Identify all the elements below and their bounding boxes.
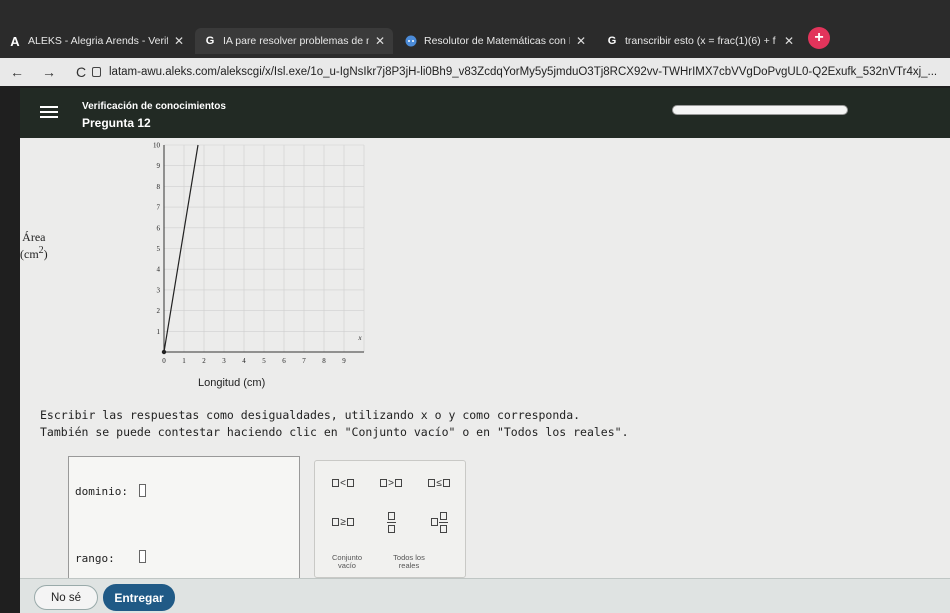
y-axis-title: Área <box>22 230 46 244</box>
solver-icon <box>404 34 418 48</box>
y-tick-label: 2 <box>157 307 161 315</box>
navigation-bar: ← → C latam-awu.aleks.com/alekscgi/x/Isl… <box>0 58 950 86</box>
answer-panel: dominio: rango: <box>68 456 300 581</box>
graph-svg: 0 1 2 3 4 5 6 7 8 9 1 2 3 4 5 6 7 8 9 10 x <box>153 142 365 365</box>
empty-set-button[interactable]: Conjunto vacío <box>323 551 371 573</box>
greater-equal-button[interactable]: ≥ <box>323 511 363 533</box>
x-tick-label: 4 <box>242 357 246 365</box>
x-tick-label: 3 <box>222 357 226 365</box>
y-axis-unit: (cm2) <box>20 245 48 262</box>
aleks-logo-icon: A <box>10 33 20 49</box>
lt-symbol: < <box>340 477 346 489</box>
ge-symbol: ≥ <box>340 516 346 528</box>
fraction-button[interactable] <box>371 509 411 535</box>
x-tick-label: 0 <box>162 357 166 365</box>
tab-ia[interactable]: G IA pare resolver problemas de m ✕ <box>195 28 393 54</box>
tab-title: IA pare resolver problemas de m <box>223 35 369 47</box>
close-icon[interactable]: ✕ <box>576 34 586 48</box>
x-tick-label: 8 <box>322 357 326 365</box>
domain-label: dominio: <box>75 485 128 498</box>
y-tick-label: 5 <box>157 245 161 253</box>
tab-title: ALEKS - Alegria Arends - Verifica <box>28 35 168 47</box>
google-icon: G <box>205 35 215 47</box>
y-tick-label: 3 <box>157 286 161 294</box>
y-tick-label: 1 <box>157 328 161 336</box>
browser-tabstrip: A ALEKS - Alegria Arends - Verifica ✕ G … <box>0 0 950 58</box>
lock-icon <box>92 67 101 77</box>
less-equal-button[interactable]: ≤ <box>419 475 459 491</box>
instruction-line-2: También se puede contestar haciendo clic… <box>40 425 629 439</box>
x-tick-label: 2 <box>202 357 206 365</box>
instructions: Escribir las respuestas como desigualdad… <box>40 407 629 441</box>
reload-icon[interactable]: C <box>70 64 92 80</box>
forward-icon[interactable]: → <box>38 64 60 80</box>
tab-title: Resolutor de Matemáticas con IA <box>424 35 570 47</box>
less-than-button[interactable]: < <box>323 475 363 491</box>
question-area: 0 1 2 3 4 5 6 7 8 9 1 2 3 4 5 6 7 8 9 10 x Área (cm2) Longit… <box>20 138 950 581</box>
page-subtitle: Verificación de conocimientos <box>82 101 226 112</box>
tab-transcribir[interactable]: G transcribir esto (x = frac(1)(6) + f ✕ <box>597 28 802 54</box>
mixed-number-button[interactable] <box>419 509 459 535</box>
instruction-line-1: Escribir las respuestas como desigualdad… <box>40 408 581 422</box>
close-icon[interactable]: ✕ <box>174 34 184 48</box>
y-tick-label: 9 <box>157 162 161 170</box>
page-title: Pregunta 12 <box>82 116 151 130</box>
url-text: latam-awu.aleks.com/alekscgi/x/Isl.exe/1… <box>109 66 938 78</box>
back-icon[interactable]: ← <box>6 64 28 80</box>
x-tick-label: 7 <box>302 357 306 365</box>
y-unit-close: ) <box>43 247 48 261</box>
range-input[interactable] <box>139 550 146 563</box>
math-keypad: < > ≤ ≥ Conjunto vacío Todos los reales <box>314 460 466 578</box>
tab-aleks[interactable]: A ALEKS - Alegria Arends - Verifica ✕ <box>0 28 192 54</box>
y-tick-label: 7 <box>157 204 161 212</box>
y-tick-label: 4 <box>157 266 161 274</box>
footer-bar: No sé Entregar <box>20 578 950 613</box>
x-tick-label: 1 <box>182 357 186 365</box>
x-axis-label: Longitud (cm) <box>198 377 266 389</box>
greater-than-button[interactable]: > <box>371 475 411 491</box>
new-tab-button[interactable]: + <box>808 27 830 49</box>
y-tick-label: 10 <box>153 142 161 150</box>
dont-know-button[interactable]: No sé <box>34 585 98 610</box>
submit-button[interactable]: Entregar <box>103 584 175 611</box>
close-icon[interactable]: ✕ <box>784 34 794 48</box>
y-unit-base: (cm <box>20 247 39 261</box>
origin-point <box>161 349 167 355</box>
tab-title: transcribir esto (x = frac(1)(6) + f <box>625 35 776 47</box>
progress-bar <box>672 105 848 115</box>
address-bar[interactable]: latam-awu.aleks.com/alekscgi/x/Isl.exe/1… <box>92 61 950 83</box>
x-tick-label: 9 <box>342 357 346 365</box>
x-tick-label: 5 <box>262 357 266 365</box>
le-symbol: ≤ <box>436 477 442 489</box>
x-tick-label: 6 <box>282 357 286 365</box>
y-tick-label: 8 <box>157 183 161 191</box>
menu-icon[interactable] <box>40 106 58 118</box>
graph: 0 1 2 3 4 5 6 7 8 9 1 2 3 4 5 6 7 8 9 10 x <box>80 138 380 388</box>
tab-solver[interactable]: Resolutor de Matemáticas con IA ✕ <box>396 28 594 54</box>
gt-symbol: > <box>388 477 394 489</box>
range-label: rango: <box>75 552 115 565</box>
x-variable-label: x <box>357 334 362 342</box>
all-reals-button[interactable]: Todos los reales <box>385 549 433 575</box>
y-tick-label: 6 <box>157 224 161 232</box>
y-axis-label: Área (cm2) <box>20 230 48 262</box>
domain-input[interactable] <box>139 484 146 497</box>
aleks-header: Verificación de conocimientos Pregunta 1… <box>20 88 950 138</box>
close-icon[interactable]: ✕ <box>375 34 385 48</box>
google-icon: G <box>607 35 617 47</box>
